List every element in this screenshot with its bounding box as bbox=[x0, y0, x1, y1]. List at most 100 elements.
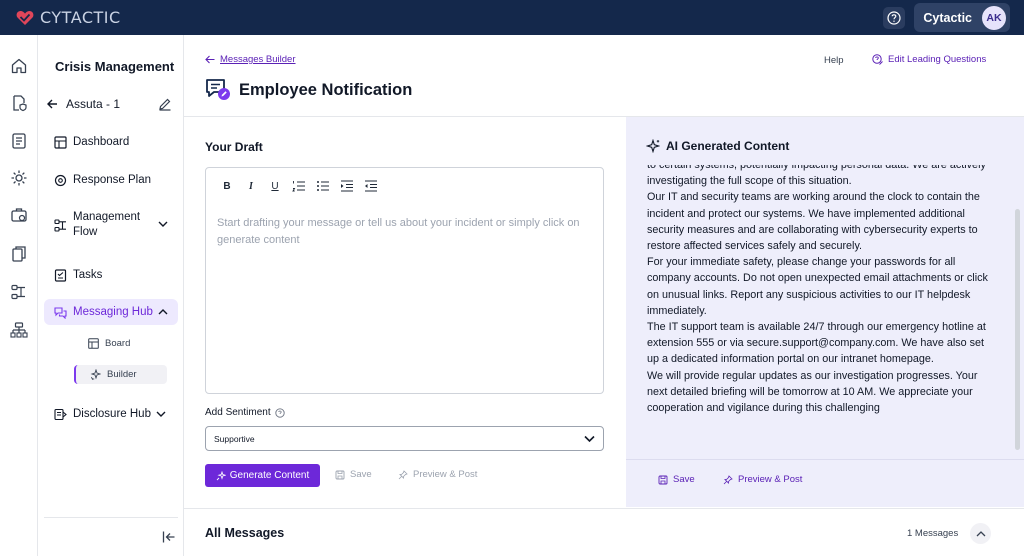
main-content: Messages Builder Help Edit Leading Quest… bbox=[184, 35, 1024, 556]
page-title: Employee Notification bbox=[239, 80, 413, 99]
file-shield-icon[interactable] bbox=[10, 94, 28, 112]
arrow-left-icon bbox=[47, 99, 57, 109]
board-icon bbox=[88, 338, 99, 349]
ai-save-button[interactable]: Save bbox=[658, 474, 695, 485]
ai-paragraph: to certain systems, potentially impactin… bbox=[647, 165, 986, 188]
messages-divider bbox=[184, 508, 1024, 509]
chevron-down-icon bbox=[156, 411, 166, 417]
sidebar-subitem-builder[interactable]: Builder bbox=[74, 365, 167, 384]
save-draft-label: Save bbox=[350, 469, 372, 480]
ai-panel-title: AI Generated Content bbox=[666, 139, 790, 153]
ai-content-scroll[interactable]: to certain systems, potentially impactin… bbox=[647, 165, 992, 455]
sidebar-item-label: Dashboard bbox=[73, 135, 130, 148]
edit-leading-questions-button[interactable]: Edit Leading Questions bbox=[872, 54, 986, 65]
preview-post-draft-button[interactable]: Preview & Post bbox=[398, 469, 477, 480]
pin-icon bbox=[398, 469, 408, 479]
breadcrumb[interactable]: Messages Builder bbox=[205, 54, 296, 65]
sparkle-icon bbox=[90, 369, 101, 380]
scrollbar[interactable] bbox=[1015, 209, 1020, 450]
disclosure-icon bbox=[54, 408, 67, 420]
bullet-list-icon[interactable] bbox=[316, 180, 330, 192]
help-button[interactable] bbox=[883, 6, 906, 29]
ai-paragraph: We will provide regular updates as our i… bbox=[647, 369, 978, 415]
toolbox-icon[interactable] bbox=[10, 206, 28, 224]
preview-post-draft-label: Preview & Post bbox=[413, 469, 478, 480]
sentiment-value: Supportive bbox=[214, 433, 255, 444]
sidebar-item-disclosure-hub[interactable]: Disclosure Hub bbox=[44, 405, 178, 423]
sidebar-item-messaging-hub[interactable]: Messaging Hub bbox=[44, 299, 178, 325]
target-icon bbox=[54, 174, 67, 186]
save-draft-button[interactable]: Save bbox=[335, 469, 372, 480]
incident-icon[interactable] bbox=[10, 169, 28, 187]
messages-count: 1 Messages bbox=[907, 528, 959, 539]
brand-logo[interactable]: CYTACTIC bbox=[16, 8, 121, 27]
user-menu[interactable]: Cytactic AK bbox=[914, 3, 1010, 32]
edit-leading-questions-label: Edit Leading Questions bbox=[888, 54, 987, 65]
chevron-up-icon bbox=[976, 530, 985, 536]
home-icon[interactable] bbox=[10, 57, 28, 75]
arrow-left-icon bbox=[205, 55, 215, 64]
ordered-list-icon[interactable] bbox=[292, 180, 306, 192]
question-icon bbox=[887, 10, 901, 25]
sentiment-select[interactable]: Supportive bbox=[205, 426, 604, 451]
top-bar: CYTACTIC Cytactic AK bbox=[0, 0, 1024, 35]
help-link[interactable]: Help bbox=[824, 55, 844, 66]
edit-pencil-icon[interactable] bbox=[158, 97, 172, 111]
outdent-icon[interactable] bbox=[364, 180, 378, 192]
ai-panel-header: AI Generated Content bbox=[646, 139, 789, 153]
generate-content-label: Generate Content bbox=[229, 470, 310, 481]
all-messages-title: All Messages bbox=[205, 526, 285, 540]
help-circle-icon[interactable] bbox=[274, 407, 285, 418]
logo-icon bbox=[16, 10, 34, 25]
ai-generated-panel: AI Generated Content to certain systems,… bbox=[626, 117, 1024, 507]
sidebar-item-tasks[interactable]: Tasks bbox=[44, 266, 178, 284]
sidebar-item-label: Management Flow bbox=[73, 211, 141, 238]
sidebar-item-label: Disclosure Hub bbox=[73, 407, 151, 420]
org-chart-icon[interactable] bbox=[10, 321, 28, 339]
ai-paragraph: For your immediate safety, please change… bbox=[647, 256, 988, 317]
underline-button[interactable]: U bbox=[268, 180, 282, 192]
incident-name: Assuta - 1 bbox=[66, 97, 121, 111]
tasks-icon bbox=[54, 268, 67, 282]
draft-title: Your Draft bbox=[205, 140, 263, 154]
sidebar-subitem-label: Builder bbox=[107, 369, 137, 380]
chevron-up-icon bbox=[158, 309, 168, 315]
icon-rail bbox=[0, 35, 38, 556]
sidebar-heading: Crisis Management bbox=[55, 59, 175, 74]
workflow-icon[interactable] bbox=[10, 283, 28, 301]
chevron-down-icon bbox=[584, 435, 595, 443]
italic-button[interactable]: I bbox=[244, 180, 258, 192]
sidebar-item-label: Messaging Hub bbox=[73, 305, 153, 318]
generate-content-button[interactable]: Generate Content bbox=[205, 464, 320, 487]
editor-toolbar: B I U bbox=[220, 180, 388, 192]
ai-preview-post-label: Preview & Post bbox=[738, 474, 803, 485]
bold-button[interactable]: B bbox=[220, 180, 234, 192]
report-icon[interactable] bbox=[10, 132, 28, 150]
save-icon bbox=[335, 470, 345, 479]
avatar: AK bbox=[982, 5, 1006, 30]
incident-back-link[interactable]: Assuta - 1 bbox=[46, 95, 176, 113]
ai-preview-post-button[interactable]: Preview & Post bbox=[723, 474, 802, 485]
sparkle-icon bbox=[646, 139, 660, 153]
sidebar-subitem-label: Board bbox=[105, 338, 131, 349]
sentiment-label: Add Sentiment bbox=[205, 407, 271, 418]
pin-icon bbox=[723, 474, 733, 484]
documents-icon[interactable] bbox=[10, 245, 28, 263]
brand-name: CYTACTIC bbox=[40, 8, 121, 27]
sidebar-divider bbox=[44, 517, 178, 518]
breadcrumb-link[interactable]: Messages Builder bbox=[220, 54, 296, 65]
sidebar-item-response-plan[interactable]: Response Plan bbox=[44, 171, 178, 189]
sidebar-item-dashboard[interactable]: Dashboard bbox=[44, 133, 178, 151]
indent-icon[interactable] bbox=[340, 180, 354, 192]
page-header: Employee Notification bbox=[205, 78, 412, 102]
ai-paragraph: Our IT and security teams are working ar… bbox=[647, 191, 980, 253]
chevron-down-icon bbox=[158, 221, 168, 227]
collapse-sidebar-icon[interactable] bbox=[162, 530, 176, 544]
message-edit-icon bbox=[206, 79, 230, 100]
messages-collapse-button[interactable] bbox=[970, 523, 991, 544]
sidebar-subitem-board[interactable]: Board bbox=[74, 334, 167, 353]
draft-editor[interactable]: B I U Start drafting your message or tel… bbox=[205, 167, 604, 394]
sentiment-label-row: Add Sentiment bbox=[205, 407, 285, 418]
editor-placeholder: Start drafting your message or tell us a… bbox=[217, 217, 580, 246]
sidebar-item-management-flow[interactable]: Management Flow bbox=[44, 209, 178, 241]
